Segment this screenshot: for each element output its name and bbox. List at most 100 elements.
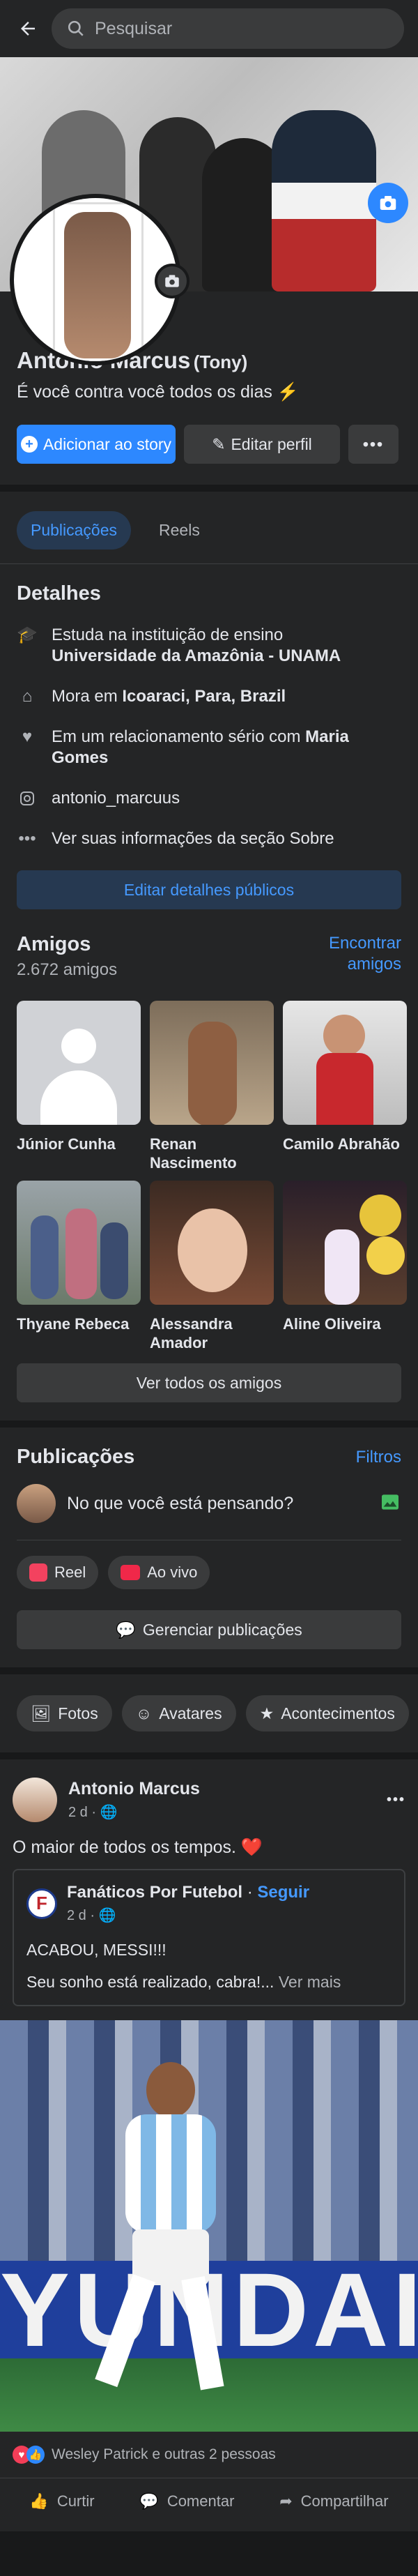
- about-link: Ver suas informações da seção Sobre: [52, 829, 334, 848]
- search-input[interactable]: Pesquisar: [52, 8, 404, 49]
- education-prefix: Estuda na instituição de ensino: [52, 626, 284, 644]
- details-section: Detalhes 🎓 Estuda na instituição de ensi…: [0, 564, 418, 1420]
- friend-name: Camilo Abrahão: [283, 1135, 400, 1153]
- details-title: Detalhes: [17, 582, 101, 605]
- bio-text: É você contra você todos os dias: [17, 382, 272, 402]
- comment-icon: 💬: [139, 2492, 159, 2510]
- friend-card[interactable]: Thyane Rebeca: [17, 1181, 141, 1352]
- post-author-name[interactable]: Antonio Marcus: [68, 1779, 376, 1799]
- follow-button[interactable]: Seguir: [257, 1883, 309, 1902]
- friend-photo: [283, 1181, 407, 1305]
- detail-instagram[interactable]: antonio_marcuus: [17, 788, 401, 809]
- share-button[interactable]: ➦ Compartilhar: [279, 2492, 388, 2510]
- education-value[interactable]: Universidade da Amazônia - UNAMA: [52, 646, 341, 665]
- photos-chip[interactable]: 🖼 Fotos: [17, 1695, 112, 1732]
- shared-line-1: ACABOU, MESSI!!!: [26, 1941, 167, 1959]
- friends-title: Amigos: [17, 933, 91, 955]
- post-author-avatar[interactable]: [13, 1778, 57, 1822]
- feed-post: Antonio Marcus 2 d · 🌐 ••• O maior de to…: [0, 1759, 418, 2531]
- shared-separator: ·: [247, 1883, 253, 1902]
- city-prefix: Mora em: [52, 687, 118, 706]
- comment-label: Comentar: [167, 2492, 235, 2510]
- edit-avatar-camera-icon[interactable]: [155, 264, 189, 298]
- graduation-cap-icon: 🎓: [17, 626, 38, 644]
- player-figure: [95, 2062, 244, 2411]
- tab-publications[interactable]: Publicações: [17, 511, 132, 550]
- friend-name: Alessandra Amador: [150, 1315, 233, 1351]
- post-photo[interactable]: YUNDAI: [0, 2020, 418, 2432]
- media-filter-row: 🖼 Fotos ☺ Avatares ★ Acontecimentos: [0, 1674, 418, 1752]
- friend-card[interactable]: Camilo Abrahão: [283, 1001, 407, 1172]
- thumbs-up-icon: 👍: [29, 2492, 49, 2510]
- chat-bubble-icon: 💬: [116, 1620, 136, 1639]
- instagram-icon: [17, 788, 38, 809]
- friend-card[interactable]: Renan Nascimento: [150, 1001, 274, 1172]
- back-arrow-icon[interactable]: [14, 15, 42, 43]
- relationship-prefix: Em um relacionamento sério com: [52, 727, 301, 746]
- share-arrow-icon: ➦: [279, 2492, 293, 2510]
- post-options-icon[interactable]: •••: [387, 1792, 405, 1808]
- see-all-friends-button[interactable]: Ver todos os amigos: [17, 1363, 401, 1402]
- shared-post[interactable]: F Fanáticos Por Futebol · Seguir 2 d · 🌐…: [13, 1869, 405, 2006]
- detail-relationship: ♥ Em um relacionamento sério com Maria G…: [17, 727, 401, 768]
- events-label: Acontecimentos: [281, 1704, 395, 1722]
- share-label: Compartilhar: [300, 2492, 389, 2510]
- friend-card[interactable]: Alessandra Amador: [150, 1181, 274, 1352]
- edit-profile-label: Editar perfil: [231, 434, 312, 453]
- publications-section: Publicações Filtros No que você está pen…: [0, 1427, 418, 1667]
- friend-card[interactable]: Aline Oliveira: [283, 1181, 407, 1352]
- reel-icon: [29, 1563, 47, 1582]
- shared-text: ACABOU, MESSI!!! Seu sonho está realizad…: [26, 1939, 392, 1992]
- tab-reels[interactable]: Reels: [145, 511, 214, 550]
- live-label: Ao vivo: [147, 1563, 198, 1581]
- filters-link[interactable]: Filtros: [356, 1448, 401, 1467]
- live-button[interactable]: Ao vivo: [108, 1556, 210, 1589]
- reel-button[interactable]: Reel: [17, 1556, 99, 1589]
- friends-grid: Júnior Cunha Renan Nascimento Camilo Abr…: [17, 1001, 407, 1352]
- find-friends-link[interactable]: Encontrar amigos: [318, 933, 401, 980]
- avatar-icon: ☺: [135, 1704, 153, 1722]
- pencil-icon: ✎: [212, 434, 226, 453]
- detail-about[interactable]: ••• Ver suas informações da seção Sobre: [17, 828, 401, 849]
- manage-posts-button[interactable]: 💬 Gerenciar publicações: [17, 1610, 401, 1649]
- post-time: 2 d ·: [68, 1805, 97, 1820]
- friend-card[interactable]: Júnior Cunha: [17, 1001, 141, 1172]
- comment-button[interactable]: 💬 Comentar: [139, 2492, 234, 2510]
- detail-city: ⌂ Mora em Icoaraci, Para, Brazil: [17, 686, 401, 707]
- city-value[interactable]: Icoaraci, Para, Brazil: [122, 687, 286, 706]
- edit-cover-camera-icon[interactable]: [368, 183, 408, 223]
- detail-education: 🎓 Estuda na instituição de ensino Univers…: [17, 625, 401, 667]
- image-icon: 🖼: [31, 1704, 52, 1722]
- post-actions: 👍 Curtir 💬 Comentar ➦ Compartilhar: [0, 2478, 418, 2531]
- like-reaction-icon: 👍: [26, 2446, 45, 2464]
- photos-label: Fotos: [58, 1704, 98, 1722]
- add-story-label: Adicionar ao story: [42, 434, 172, 453]
- like-button[interactable]: 👍 Curtir: [29, 2492, 94, 2510]
- see-more-link[interactable]: Ver mais: [279, 1973, 341, 1991]
- post-composer[interactable]: No que você está pensando?: [17, 1484, 401, 1540]
- page-logo: F: [26, 1888, 57, 1919]
- friend-name: Renan Nascimento: [150, 1135, 237, 1172]
- avatars-label: Avatares: [159, 1704, 222, 1722]
- search-icon: [68, 20, 84, 36]
- events-chip[interactable]: ★ Acontecimentos: [245, 1695, 409, 1732]
- friend-photo: [17, 1181, 141, 1305]
- shared-page-name[interactable]: Fanáticos Por Futebol: [67, 1883, 242, 1902]
- top-bar: Pesquisar: [0, 0, 418, 57]
- avatar-image: [14, 198, 177, 361]
- plus-icon: +: [20, 436, 38, 453]
- friend-name: Aline Oliveira: [283, 1315, 381, 1333]
- reactions-bar[interactable]: ♥ 👍 Wesley Patrick e outras 2 pessoas: [0, 2432, 418, 2478]
- friend-photo: [17, 1001, 141, 1125]
- live-video-icon: [121, 1565, 141, 1580]
- edit-public-details-button[interactable]: Editar detalhes públicos: [17, 870, 401, 909]
- like-label: Curtir: [56, 2492, 95, 2510]
- edit-profile-button[interactable]: ✎ Editar perfil: [184, 425, 340, 464]
- avatars-chip[interactable]: ☺ Avatares: [121, 1695, 236, 1732]
- add-story-button[interactable]: + Adicionar ao story: [17, 425, 176, 464]
- photo-icon[interactable]: [379, 1491, 401, 1517]
- composer-avatar: [17, 1484, 56, 1523]
- friend-name: Thyane Rebeca: [17, 1315, 130, 1333]
- more-options-button[interactable]: •••: [348, 425, 398, 464]
- composer-input[interactable]: No que você está pensando?: [67, 1494, 368, 1514]
